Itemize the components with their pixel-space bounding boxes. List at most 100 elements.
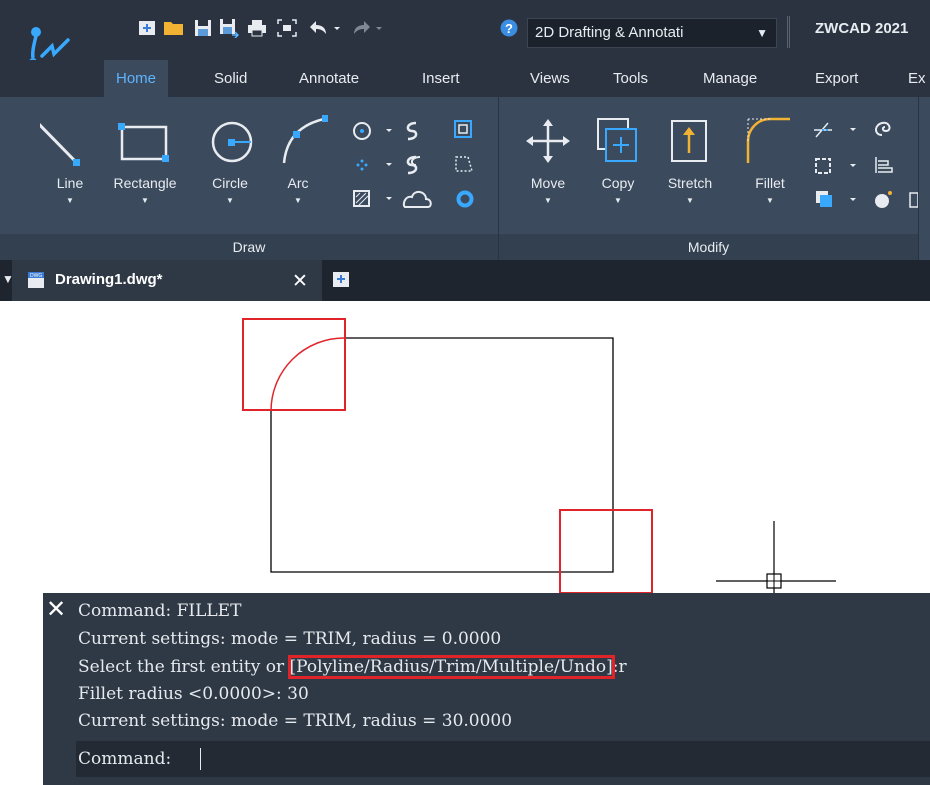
ribbon-body: Line ▼ Rectangle ▼ Circle ▼ Arc ▼ Draw M…	[0, 97, 930, 260]
chevron-down-icon: ▼	[294, 196, 302, 205]
help-icon[interactable]: ?	[498, 17, 520, 39]
svg-text:DWG: DWG	[30, 273, 42, 279]
ellipse-icon[interactable]	[353, 122, 392, 140]
svg-text:?: ?	[505, 21, 513, 36]
move-icon	[526, 119, 570, 163]
donut-icon[interactable]	[456, 190, 474, 208]
new-tab-icon[interactable]	[331, 271, 353, 289]
ribbon-tabs: Home Solid Annotate Insert Views Tools M…	[0, 60, 930, 97]
dwg-file-icon: DWG	[28, 272, 44, 288]
line-tool-button[interactable]: Line ▼	[40, 97, 100, 234]
command-history-line: Current settings: mode = TRIM, radius = …	[78, 629, 502, 649]
command-line-panel: ✕ Command: FILLET Current settings: mode…	[43, 593, 930, 785]
arc-label: Arc	[287, 175, 309, 191]
offset-icon[interactable]	[815, 158, 856, 174]
fillet-arc	[270, 337, 345, 412]
command-history-line: Fillet radius <0.0000>: 30	[78, 684, 309, 704]
more-tools-icon[interactable]	[909, 192, 918, 208]
command-options-suffix: :r	[612, 657, 627, 677]
chevron-down-icon: ▼	[66, 196, 74, 205]
rectangle-label: Rectangle	[113, 175, 177, 191]
document-tab[interactable]: DWG Drawing1.dwg* ✕	[12, 260, 322, 301]
spline-icon[interactable]	[406, 121, 418, 141]
text-caret	[200, 748, 201, 770]
point-icon[interactable]	[356, 159, 393, 171]
title-bar: ? 2D Drafting & Annotati ▼ ZWCAD 2021	[0, 0, 930, 66]
save-icon[interactable]	[192, 17, 214, 39]
drawing-canvas[interactable]	[0, 301, 930, 593]
line-label: Line	[56, 175, 84, 191]
modify-panel-title: Modify	[499, 234, 918, 260]
open-folder-icon[interactable]	[163, 17, 185, 39]
command-history-line: Select the first entity or [Polyline/Rad…	[78, 655, 627, 679]
fillet-tool-button[interactable]: Fillet ▼	[740, 97, 800, 234]
chevron-down-icon: ▼	[766, 196, 774, 205]
close-tab-icon[interactable]: ✕	[292, 270, 308, 293]
copy-icon	[597, 118, 637, 162]
move-label: Move	[530, 175, 566, 191]
stretch-tool-button[interactable]: Stretch ▼	[660, 97, 720, 234]
line-icon	[40, 123, 80, 166]
cloud-icon[interactable]	[402, 191, 432, 208]
title-separator	[787, 16, 790, 48]
command-input[interactable]: Command:	[76, 741, 930, 777]
hatch-icon[interactable]	[353, 190, 392, 207]
redo-icon[interactable]	[347, 17, 387, 39]
app-title: ZWCAD 2021	[815, 20, 909, 37]
blast-icon[interactable]	[875, 191, 892, 208]
tab-views[interactable]: Views	[518, 60, 582, 97]
tab-manage[interactable]: Manage	[691, 60, 769, 97]
arc-icon	[282, 115, 328, 164]
explode-icon[interactable]	[816, 191, 856, 207]
tab-export[interactable]: Export	[803, 60, 870, 97]
command-prompt-text: Select the first entity or	[78, 657, 290, 677]
command-history-line: Current settings: mode = TRIM, radius = …	[78, 711, 513, 731]
rectangle-tool-button[interactable]: Rectangle ▼	[100, 97, 190, 234]
drawing-area[interactable]	[0, 301, 930, 593]
workspace-value: 2D Drafting & Annotati	[535, 24, 684, 41]
tab-tools[interactable]: Tools	[601, 60, 660, 97]
align-icon[interactable]	[875, 157, 893, 173]
modify-small-tools	[814, 121, 918, 208]
circle-tool-button[interactable]: Circle ▼	[195, 97, 265, 234]
region-icon[interactable]	[454, 120, 472, 138]
command-options-highlight[interactable]: [Polyline/Radius/Trim/Multiple/Undo]	[287, 655, 615, 679]
panel-separator	[918, 97, 919, 260]
trim-icon[interactable]	[814, 122, 856, 138]
workspace-dropdown[interactable]: 2D Drafting & Annotati ▼	[527, 18, 777, 48]
rectangle-icon	[118, 123, 169, 162]
save-as-icon[interactable]	[218, 17, 240, 39]
chevron-down-icon: ▼	[756, 26, 768, 40]
circle-label: Circle	[212, 175, 248, 191]
print-icon[interactable]	[245, 17, 269, 39]
highlight-box-corner-bottom	[559, 509, 653, 593]
tab-extra[interactable]: Ex	[896, 60, 930, 97]
tab-home[interactable]: Home	[104, 60, 168, 97]
command-history-line: Command: FILLET	[78, 601, 242, 621]
tab-solid[interactable]: Solid	[202, 60, 259, 97]
revision-cloud-icon[interactable]	[406, 155, 421, 175]
draw-panel-title: Draw	[0, 234, 498, 260]
copy-label: Copy	[601, 175, 635, 191]
move-tool-button[interactable]: Move ▼	[518, 97, 578, 234]
tab-insert[interactable]: Insert	[410, 60, 472, 97]
undo-icon[interactable]	[305, 17, 343, 39]
chevron-down-icon: ▼	[544, 196, 552, 205]
boundary-icon[interactable]	[455, 156, 473, 172]
copy-tool-button[interactable]: Copy ▼	[588, 97, 648, 234]
zoom-extents-icon[interactable]	[275, 17, 299, 39]
document-tab-strip: ▼ DWG Drawing1.dwg* ✕	[0, 260, 930, 301]
drawn-rectangle[interactable]	[270, 337, 614, 573]
stretch-label: Stretch	[667, 175, 713, 191]
chevron-down-icon: ▼	[226, 196, 234, 205]
erase-icon[interactable]	[875, 121, 891, 136]
close-icon[interactable]: ✕	[46, 595, 66, 623]
crosshair-cursor	[716, 521, 836, 593]
new-file-icon[interactable]	[137, 17, 159, 39]
highlight-box-corner-top	[242, 318, 346, 411]
arc-tool-button[interactable]: Arc ▼	[268, 97, 328, 234]
stretch-icon	[671, 120, 707, 162]
chevron-down-icon: ▼	[686, 196, 694, 205]
fillet-label: Fillet	[755, 175, 785, 191]
tab-annotate[interactable]: Annotate	[287, 60, 371, 97]
